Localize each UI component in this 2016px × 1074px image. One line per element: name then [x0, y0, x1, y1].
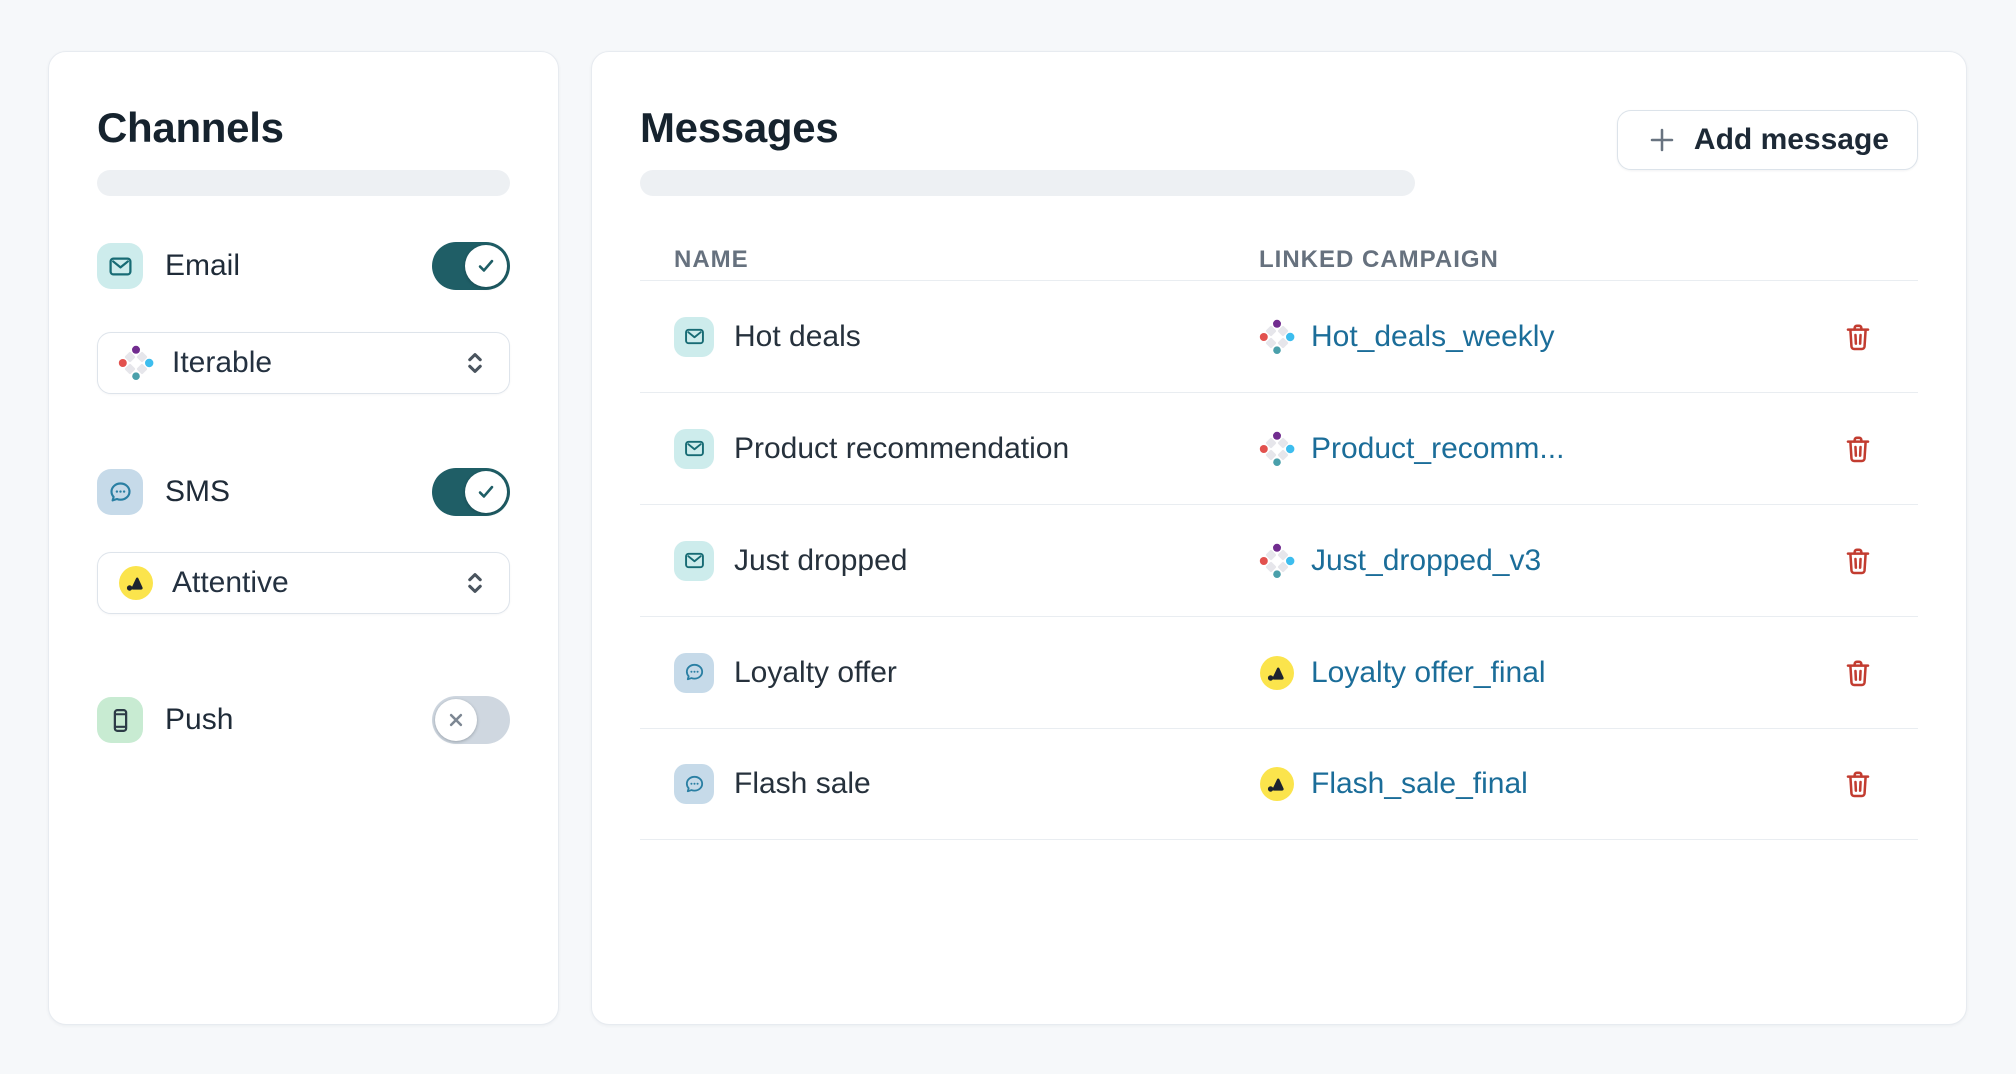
- campaign-link[interactable]: Hot_deals_weekly: [1311, 320, 1554, 354]
- check-icon: [465, 471, 507, 513]
- trash-icon: [1842, 433, 1874, 465]
- column-header-name: NAME: [640, 246, 1259, 274]
- page: Channels Email: [0, 0, 2016, 1074]
- messages-loading-skeleton: [640, 170, 1415, 196]
- iterable-logo-icon: [1259, 543, 1295, 579]
- channel-label-email: Email: [165, 249, 240, 283]
- attentive-logo-icon: [1259, 655, 1295, 691]
- envelope-icon: [674, 317, 714, 357]
- attentive-logo-icon: [1259, 766, 1295, 802]
- sms-provider-select[interactable]: Attentive: [97, 552, 510, 614]
- trash-icon: [1842, 545, 1874, 577]
- iterable-logo-icon: [1259, 431, 1295, 467]
- smartphone-icon: [97, 697, 143, 743]
- message-row: Flash sale Flash_sale_final: [640, 728, 1918, 840]
- chevron-up-down-icon: [461, 569, 489, 597]
- delete-message-button[interactable]: [1842, 657, 1874, 689]
- channels-title: Channels: [97, 102, 510, 154]
- trash-icon: [1842, 657, 1874, 689]
- channel-row-push: Push: [97, 696, 510, 744]
- message-row: Loyalty offer Loyalty offer_final: [640, 616, 1918, 728]
- message-name: Just dropped: [734, 544, 907, 578]
- add-message-button[interactable]: Add message: [1617, 110, 1918, 170]
- table-header: NAME LINKED CAMPAIGN: [640, 240, 1918, 280]
- delete-message-button[interactable]: [1842, 768, 1874, 800]
- email-provider-select[interactable]: Iterable: [97, 332, 510, 394]
- envelope-icon: [674, 541, 714, 581]
- chat-bubble-icon: [674, 764, 714, 804]
- message-row: Hot deals Hot_deals_weekly: [640, 280, 1918, 392]
- delete-message-button[interactable]: [1842, 545, 1874, 577]
- campaign-link[interactable]: Just_dropped_v3: [1311, 544, 1541, 578]
- add-message-label: Add message: [1694, 123, 1889, 157]
- trash-icon: [1842, 768, 1874, 800]
- campaign-link[interactable]: Product_recomm...: [1311, 432, 1564, 466]
- campaign-link[interactable]: Flash_sale_final: [1311, 767, 1528, 801]
- push-toggle[interactable]: [432, 696, 510, 744]
- sms-provider-value: Attentive: [172, 566, 289, 600]
- sms-toggle[interactable]: [432, 468, 510, 516]
- chat-bubble-icon: [674, 653, 714, 693]
- plus-icon: [1646, 124, 1678, 156]
- email-toggle[interactable]: [432, 242, 510, 290]
- envelope-icon: [97, 243, 143, 289]
- check-icon: [465, 245, 507, 287]
- chat-bubble-icon: [97, 469, 143, 515]
- delete-message-button[interactable]: [1842, 321, 1874, 353]
- message-row: Just dropped Just_dropped_v3: [640, 504, 1918, 616]
- message-name: Flash sale: [734, 767, 871, 801]
- channel-label-sms: SMS: [165, 475, 230, 509]
- chevron-up-down-icon: [461, 349, 489, 377]
- iterable-logo-icon: [118, 345, 154, 381]
- channel-row-email: Email: [97, 242, 510, 290]
- trash-icon: [1842, 321, 1874, 353]
- channels-loading-skeleton: [97, 170, 510, 196]
- envelope-icon: [674, 429, 714, 469]
- message-row: Product recommendation Product_recomm...: [640, 392, 1918, 504]
- messages-title: Messages: [640, 102, 1415, 154]
- column-header-linked-campaign: LINKED CAMPAIGN: [1259, 246, 1918, 274]
- channel-row-sms: SMS: [97, 468, 510, 516]
- message-name: Hot deals: [734, 320, 861, 354]
- message-name: Loyalty offer: [734, 656, 897, 690]
- message-name: Product recommendation: [734, 432, 1069, 466]
- attentive-logo-icon: [118, 565, 154, 601]
- iterable-logo-icon: [1259, 319, 1295, 355]
- delete-message-button[interactable]: [1842, 433, 1874, 465]
- campaign-link[interactable]: Loyalty offer_final: [1311, 656, 1546, 690]
- messages-panel: Messages Add message NAME LINKED CAMPAIG…: [591, 51, 1967, 1025]
- x-icon: [435, 699, 477, 741]
- channel-label-push: Push: [165, 703, 233, 737]
- email-provider-value: Iterable: [172, 346, 272, 380]
- channels-panel: Channels Email: [48, 51, 559, 1025]
- messages-table: NAME LINKED CAMPAIGN Hot deals Hot_deals: [640, 240, 1918, 840]
